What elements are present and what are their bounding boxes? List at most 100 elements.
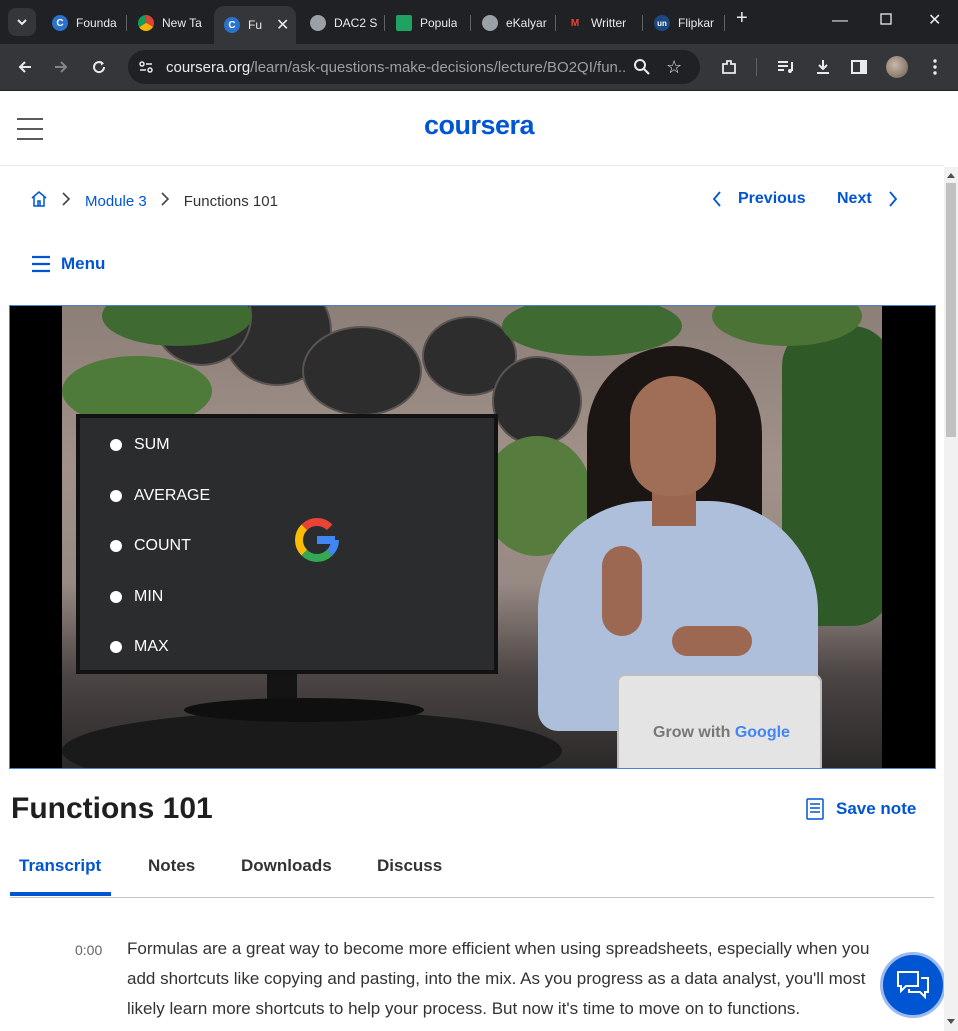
- chrome-icon: [138, 15, 154, 31]
- tab-notes[interactable]: Notes: [148, 856, 195, 876]
- window-close-icon[interactable]: ✕: [928, 12, 941, 30]
- browser-tab-7[interactable]: M Writter: [557, 8, 639, 38]
- browser-tab-4[interactable]: DAC2 S: [300, 8, 380, 38]
- tab-discuss[interactable]: Discuss: [377, 856, 442, 876]
- sheets-icon: [396, 15, 412, 31]
- chevron-left-icon: [712, 191, 721, 207]
- tab-separator: [470, 15, 471, 31]
- forward-icon[interactable]: [48, 54, 74, 80]
- browser-tab-active[interactable]: C Fu ✕: [214, 6, 296, 44]
- chevron-right-icon: [62, 191, 71, 211]
- tab-separator: [384, 15, 385, 31]
- menu-icon: [32, 255, 50, 273]
- transcript-text[interactable]: Formulas are a great way to become more …: [127, 934, 872, 1024]
- extensions-icon[interactable]: [716, 54, 742, 80]
- profile-avatar[interactable]: [884, 54, 910, 80]
- tab-title: eKalyar: [506, 16, 547, 30]
- transcript-timestamp[interactable]: 0:00: [75, 942, 102, 958]
- tab-title: Writter: [591, 16, 627, 30]
- scroll-down-icon[interactable]: [947, 1019, 955, 1024]
- scrollbar-thumb[interactable]: [946, 183, 956, 437]
- list-item: COUNT: [110, 537, 191, 555]
- course-menu-button[interactable]: Menu: [31, 254, 105, 274]
- tv-monitor: SUM AVERAGE COUNT MIN MAX: [76, 414, 498, 674]
- menu-label: Menu: [61, 254, 106, 273]
- tab-title: Founda: [76, 16, 117, 30]
- unstop-icon: un: [654, 15, 670, 31]
- google-logo-icon: [295, 518, 339, 562]
- back-icon[interactable]: [12, 54, 38, 80]
- reload-icon[interactable]: [86, 54, 112, 80]
- side-panel-icon[interactable]: [846, 54, 872, 80]
- tab-title: DAC2 S: [334, 16, 378, 30]
- chevron-right-icon: [161, 191, 170, 211]
- bookmark-star-icon[interactable]: ☆: [666, 57, 682, 78]
- list-item: SUM: [110, 436, 170, 454]
- tab-search-button[interactable]: [8, 8, 36, 36]
- coursera-logo[interactable]: coursera: [0, 110, 944, 141]
- browser-tab-1[interactable]: C Founda: [42, 8, 124, 38]
- breadcrumb-current: Functions 101: [183, 192, 278, 210]
- lecture-tabs: Transcript Notes Downloads Discuss: [10, 850, 934, 898]
- list-item: MIN: [110, 588, 163, 606]
- site-settings-icon[interactable]: [138, 59, 154, 80]
- note-icon: [806, 798, 824, 820]
- globe-icon: [482, 15, 498, 31]
- address-bar[interactable]: coursera.org/learn/ask-questions-make-de…: [128, 50, 700, 84]
- tab-transcript[interactable]: Transcript: [19, 856, 101, 876]
- url-text: coursera.org/learn/ask-questions-make-de…: [166, 59, 626, 76]
- minimize-icon[interactable]: —: [832, 12, 848, 30]
- page-content: coursera Module 3 Functions 101 Previous…: [0, 92, 944, 1031]
- coursera-icon: C: [224, 17, 240, 33]
- site-header: coursera: [0, 92, 944, 166]
- new-tab-icon[interactable]: +: [736, 8, 748, 28]
- browser-tab-2[interactable]: New Ta: [128, 8, 212, 38]
- breadcrumb-module[interactable]: Module 3: [85, 193, 147, 210]
- list-item: AVERAGE: [110, 487, 210, 505]
- chat-icon: [897, 971, 929, 1000]
- scroll-up-icon[interactable]: [947, 173, 955, 178]
- chevron-right-icon: [889, 191, 897, 207]
- previous-label: Previous: [738, 190, 806, 207]
- maximize-icon[interactable]: [880, 12, 892, 30]
- browser-tab-5[interactable]: Popula: [386, 8, 466, 38]
- laptop-sticker: Grow with Google: [653, 724, 790, 741]
- laptop: Grow with Google: [617, 674, 822, 768]
- zoom-icon[interactable]: [633, 58, 651, 81]
- next-label: Next: [837, 190, 872, 207]
- tab-separator: [642, 15, 643, 31]
- video-frame: SUM AVERAGE COUNT MIN MAX Grow with Goog…: [62, 306, 882, 768]
- previous-button[interactable]: Previous: [712, 190, 806, 208]
- browser-tab-8[interactable]: un Flipkar: [644, 8, 720, 38]
- browser-toolbar: coursera.org/learn/ask-questions-make-de…: [0, 44, 958, 91]
- globe-icon: [310, 15, 326, 31]
- presenter: [630, 376, 716, 496]
- tab-title: Fu: [248, 18, 263, 32]
- home-icon[interactable]: [30, 190, 48, 212]
- browser-tab-6[interactable]: eKalyar: [472, 8, 552, 38]
- save-note-button[interactable]: Save note: [806, 798, 916, 820]
- video-player[interactable]: SUM AVERAGE COUNT MIN MAX Grow with Goog…: [9, 305, 936, 769]
- chat-button[interactable]: [880, 952, 946, 1018]
- tab-title: New Ta: [162, 16, 202, 30]
- tab-title: Flipkar: [678, 16, 715, 30]
- coursera-icon: C: [52, 15, 68, 31]
- scrollbar[interactable]: [944, 167, 958, 1031]
- tab-separator: [555, 15, 556, 31]
- next-button[interactable]: Next: [837, 190, 898, 208]
- tab-separator: [126, 15, 127, 31]
- download-icon[interactable]: [810, 54, 836, 80]
- chevron-down-icon: [17, 19, 27, 26]
- media-control-icon[interactable]: [772, 54, 798, 80]
- page-title: Functions 101: [11, 792, 213, 825]
- gmail-icon: M: [570, 17, 580, 29]
- kebab-menu-icon[interactable]: [922, 54, 948, 80]
- close-tab-icon[interactable]: ✕: [276, 15, 289, 35]
- breadcrumb: Module 3 Functions 101: [30, 190, 278, 212]
- toolbar-divider: [756, 58, 757, 76]
- tab-separator: [724, 15, 725, 31]
- tab-title: Popula: [420, 16, 458, 30]
- tab-downloads[interactable]: Downloads: [241, 856, 332, 876]
- active-tab-indicator: [10, 892, 111, 896]
- save-note-label: Save note: [836, 799, 917, 818]
